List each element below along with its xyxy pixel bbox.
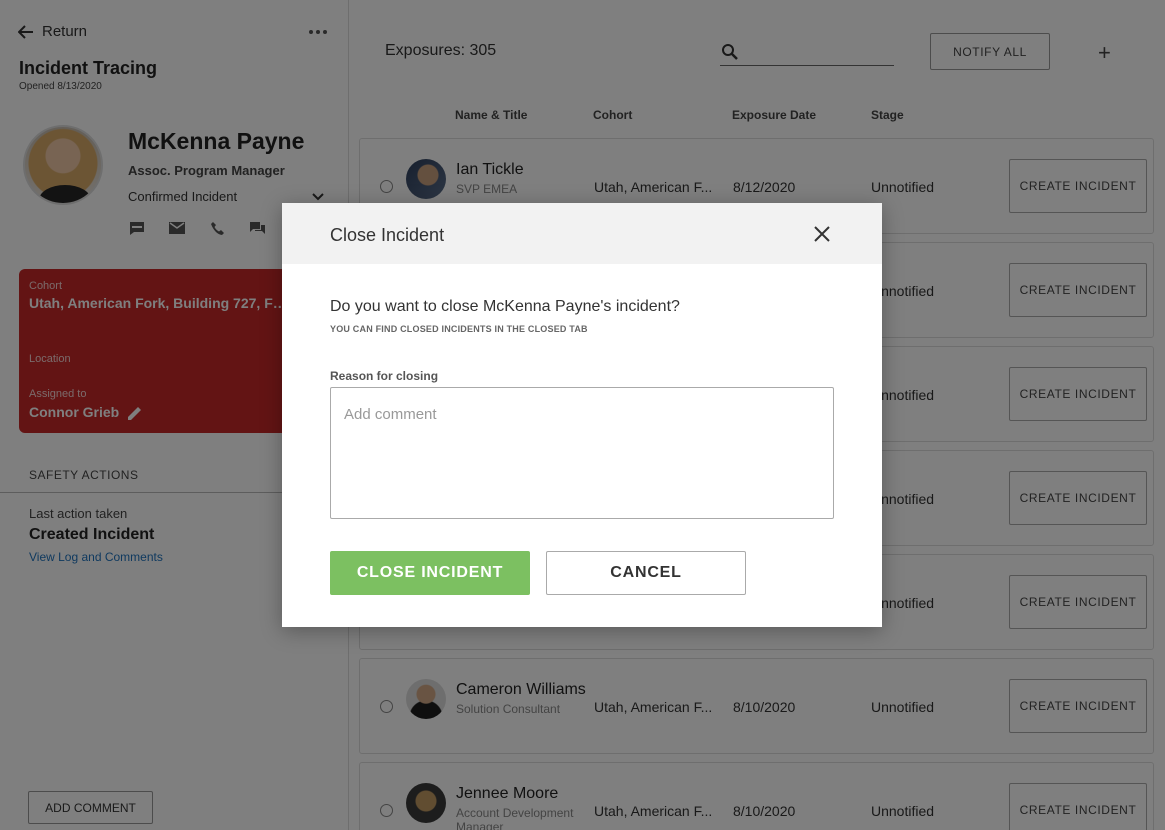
reason-label: Reason for closing — [330, 369, 439, 383]
cancel-button[interactable]: CANCEL — [546, 551, 746, 595]
dialog-question: Do you want to close McKenna Payne's inc… — [330, 298, 680, 315]
close-icon[interactable] — [810, 222, 834, 246]
close-incident-dialog: Close Incident Do you want to close McKe… — [282, 203, 882, 627]
reason-comment-field[interactable] — [330, 387, 834, 519]
dialog-header: Close Incident — [282, 203, 882, 264]
dialog-title: Close Incident — [330, 225, 445, 245]
dialog-hint: YOU CAN FIND CLOSED INCIDENTS IN THE CLO… — [330, 324, 588, 334]
close-incident-button[interactable]: CLOSE INCIDENT — [330, 551, 530, 595]
